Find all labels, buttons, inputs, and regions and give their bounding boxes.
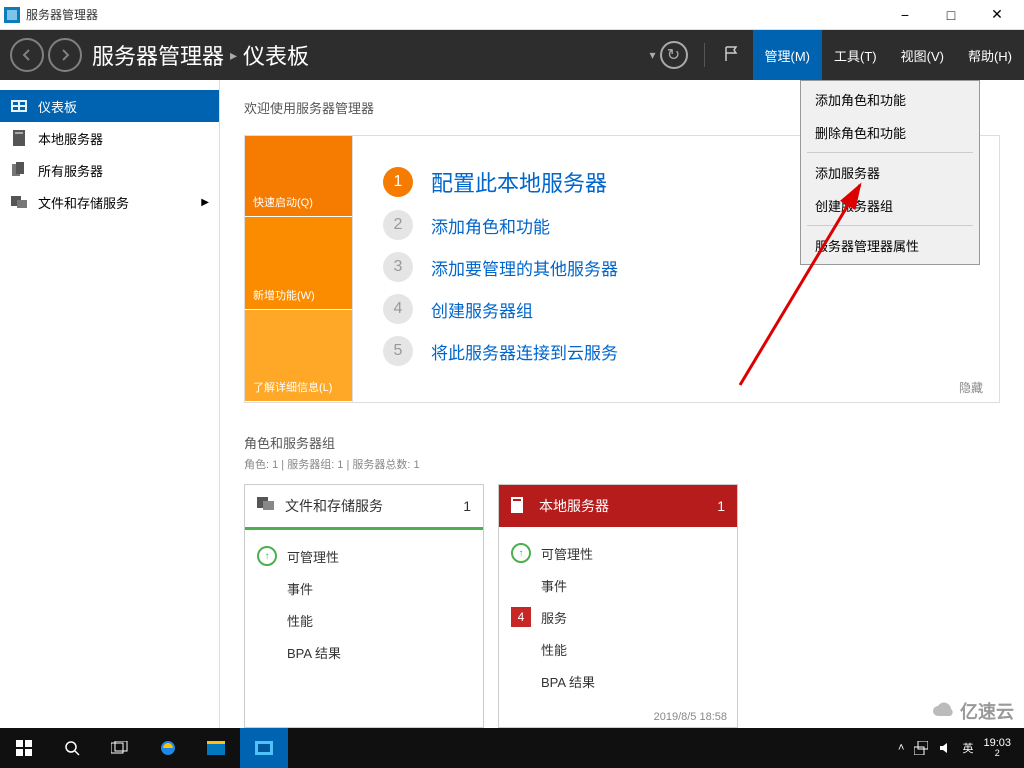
separator bbox=[704, 43, 705, 67]
roles-heading: 角色和服务器组 bbox=[244, 433, 1000, 452]
task-cloud[interactable]: 5 将此服务器连接到云服务 bbox=[383, 336, 969, 366]
dd-properties[interactable]: 服务器管理器属性 bbox=[801, 229, 979, 262]
sidebar-item-local[interactable]: 本地服务器 bbox=[0, 122, 219, 154]
task-num: 5 bbox=[383, 336, 413, 366]
task-label: 配置此本地服务器 bbox=[431, 166, 607, 198]
dd-add-server[interactable]: 添加服务器 bbox=[801, 156, 979, 189]
hide-link[interactable]: 隐藏 bbox=[959, 379, 983, 396]
card-local-server[interactable]: 本地服务器 1 ↑ 可管理性 事件 4 服务 性能 BPA 结果 2019/8/5 … bbox=[498, 484, 738, 728]
minimize-button[interactable]: − bbox=[882, 0, 928, 30]
tray-ime[interactable]: 英 bbox=[962, 740, 973, 756]
storage-icon bbox=[257, 497, 275, 515]
status-ok-icon: ↑ bbox=[257, 546, 277, 566]
server-icon bbox=[10, 130, 28, 146]
task-label: 将此服务器连接到云服务 bbox=[431, 339, 618, 364]
card-row: 性能 bbox=[541, 640, 567, 659]
breadcrumb-page: 仪表板 bbox=[243, 39, 309, 71]
header-bar: 服务器管理器 ▸ 仪表板 ▾ ↻ 管理(M) 工具(T) 视图(V) 帮助(H) bbox=[0, 30, 1024, 80]
breadcrumb: 服务器管理器 ▸ 仪表板 bbox=[92, 39, 309, 71]
window-titlebar: 服务器管理器 − □ ✕ bbox=[0, 0, 1024, 30]
app-icon bbox=[4, 7, 20, 23]
sidebar-item-all[interactable]: 所有服务器 bbox=[0, 154, 219, 186]
task-label: 创建服务器组 bbox=[431, 297, 533, 322]
tray-up-icon[interactable]: ˄ bbox=[898, 742, 904, 754]
manage-dropdown: 添加角色和功能 删除角色和功能 添加服务器 创建服务器组 服务器管理器属性 bbox=[800, 80, 980, 265]
refresh-button[interactable]: ↻ bbox=[660, 41, 688, 69]
card-timestamp: 2019/8/5 18:58 bbox=[499, 707, 737, 727]
sidebar-label: 仪表板 bbox=[38, 97, 77, 116]
dashboard-icon bbox=[10, 98, 28, 114]
tile-whatsnew[interactable]: 新增功能(W) bbox=[245, 217, 352, 309]
tile-learnmore[interactable]: 了解详细信息(L) bbox=[245, 310, 352, 402]
sidebar-item-file[interactable]: 文件和存储服务 ▶ bbox=[0, 186, 219, 218]
dd-separator bbox=[807, 152, 973, 153]
search-button[interactable] bbox=[48, 728, 96, 768]
breadcrumb-app: 服务器管理器 bbox=[92, 39, 224, 71]
ie-button[interactable] bbox=[144, 728, 192, 768]
sidebar-item-dashboard[interactable]: 仪表板 bbox=[0, 90, 219, 122]
task-label: 添加要管理的其他服务器 bbox=[431, 255, 618, 280]
card-count: 1 bbox=[463, 498, 471, 514]
dd-remove-roles[interactable]: 删除角色和功能 bbox=[801, 116, 979, 149]
storage-icon bbox=[10, 194, 28, 210]
task-num: 2 bbox=[383, 210, 413, 240]
tray-network-icon[interactable] bbox=[914, 741, 928, 755]
roles-summary: 角色: 1 | 服务器组: 1 | 服务器总数: 1 bbox=[244, 456, 1000, 472]
card-row: 事件 bbox=[541, 576, 567, 595]
sidebar-label: 文件和存储服务 bbox=[38, 193, 129, 212]
watermark: 亿速云 bbox=[932, 698, 1014, 724]
task-num: 3 bbox=[383, 252, 413, 282]
dd-add-roles[interactable]: 添加角色和功能 bbox=[801, 83, 979, 116]
menu-help[interactable]: 帮助(H) bbox=[956, 30, 1024, 80]
close-button[interactable]: ✕ bbox=[974, 0, 1020, 30]
menu-view[interactable]: 视图(V) bbox=[889, 30, 956, 80]
sidebar-label: 所有服务器 bbox=[38, 161, 103, 180]
menu-manage[interactable]: 管理(M) bbox=[753, 30, 823, 80]
server-icon bbox=[511, 497, 529, 515]
dd-separator bbox=[807, 225, 973, 226]
dd-create-group[interactable]: 创建服务器组 bbox=[801, 189, 979, 222]
explorer-button[interactable] bbox=[192, 728, 240, 768]
tray-date[interactable]: 2 bbox=[983, 749, 1011, 759]
chevron-right-icon: ▶ bbox=[201, 197, 209, 208]
card-title: 本地服务器 bbox=[539, 496, 609, 516]
server-manager-button[interactable] bbox=[240, 728, 288, 768]
card-title: 文件和存储服务 bbox=[285, 496, 383, 516]
card-row: 性能 bbox=[287, 611, 313, 630]
forward-button[interactable] bbox=[48, 38, 82, 72]
flag-icon[interactable] bbox=[723, 45, 743, 65]
task-create-group[interactable]: 4 创建服务器组 bbox=[383, 294, 969, 324]
maximize-button[interactable]: □ bbox=[928, 0, 974, 30]
menu-tools[interactable]: 工具(T) bbox=[822, 30, 889, 80]
task-num: 4 bbox=[383, 294, 413, 324]
card-row: 可管理性 bbox=[541, 544, 593, 563]
card-count: 1 bbox=[717, 498, 725, 514]
taskbar: ˄ 英 19:03 2 bbox=[0, 728, 1024, 768]
sidebar: 仪表板 本地服务器 所有服务器 文件和存储服务 ▶ bbox=[0, 80, 220, 728]
servers-icon bbox=[10, 162, 28, 178]
card-row: 可管理性 bbox=[287, 547, 339, 566]
tray-volume-icon[interactable] bbox=[938, 741, 952, 755]
card-row: 服务 bbox=[541, 608, 567, 627]
status-error-badge: 4 bbox=[511, 607, 531, 627]
card-row: 事件 bbox=[287, 579, 313, 598]
card-row: BPA 结果 bbox=[287, 643, 341, 662]
start-button[interactable] bbox=[0, 728, 48, 768]
task-label: 添加角色和功能 bbox=[431, 213, 550, 238]
tile-quickstart[interactable]: 快速启动(Q) bbox=[245, 136, 352, 217]
task-num: 1 bbox=[383, 167, 413, 197]
status-ok-icon: ↑ bbox=[511, 543, 531, 563]
card-row: BPA 结果 bbox=[541, 672, 595, 691]
breadcrumb-sep: ▸ bbox=[230, 47, 237, 64]
sidebar-label: 本地服务器 bbox=[38, 129, 103, 148]
window-title: 服务器管理器 bbox=[26, 6, 98, 23]
dropdown-caret-icon[interactable]: ▾ bbox=[649, 48, 655, 62]
back-button[interactable] bbox=[10, 38, 44, 72]
taskview-button[interactable] bbox=[96, 728, 144, 768]
card-file-storage[interactable]: 文件和存储服务 1 ↑ 可管理性 事件 性能 BPA 结果 bbox=[244, 484, 484, 728]
